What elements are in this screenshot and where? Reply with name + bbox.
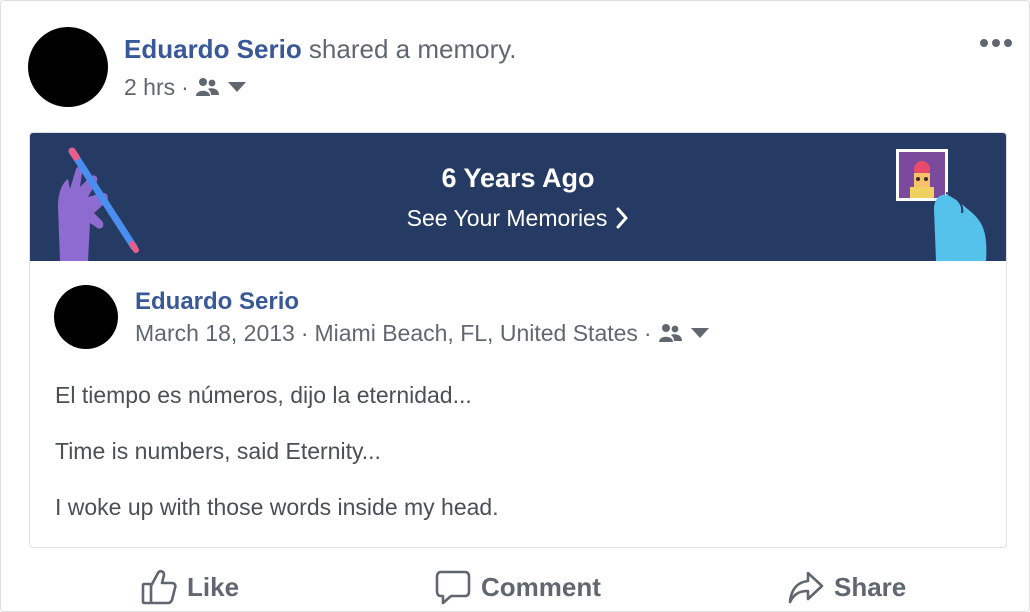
comment-button[interactable]: Comment: [435, 567, 601, 607]
post-action-bar: Like Comment Share: [1, 561, 1030, 612]
memory-banner[interactable]: 6 Years Ago See Your Memories: [30, 133, 1006, 261]
author-avatar[interactable]: [28, 27, 108, 107]
post-paragraph: I woke up with those words inside my hea…: [55, 494, 499, 520]
original-audience-selector[interactable]: [658, 323, 710, 343]
original-author-link[interactable]: Eduardo Serio: [135, 287, 299, 317]
post-action-text: shared a memory.: [301, 34, 517, 64]
post-meta: 2 hrs ·: [124, 73, 247, 101]
post-paragraph: Time is numbers, said Eternity...: [55, 438, 381, 464]
post-timestamp[interactable]: 2 hrs: [124, 73, 175, 101]
chevron-right-icon: [616, 207, 628, 229]
like-button[interactable]: Like: [141, 567, 239, 607]
hand-photo-illustration: [896, 149, 987, 261]
feed-post: Eduardo Serio shared a memory. 2 hrs · 6…: [0, 0, 1030, 612]
meta-separator: ·: [643, 320, 652, 346]
comment-label: Comment: [481, 571, 601, 602]
original-post-date[interactable]: March 18, 2013: [135, 319, 295, 347]
meta-separator: ·: [181, 74, 189, 100]
friends-icon: [658, 324, 682, 342]
like-label: Like: [187, 571, 240, 602]
chevron-down-icon: [690, 328, 709, 338]
audience-selector[interactable]: [195, 77, 247, 97]
author-name-link[interactable]: Eduardo Serio: [124, 34, 302, 64]
memory-card: 6 Years Ago See Your Memories Eduardo Se…: [29, 132, 1007, 548]
friends-icon: [195, 78, 219, 96]
post-header: Eduardo Serio shared a memory.: [124, 33, 517, 65]
see-memories-link[interactable]: See Your Memories: [30, 203, 1006, 233]
chevron-down-icon: [227, 82, 246, 92]
original-post-meta: March 18, 2013 · Miami Beach, FL, United…: [135, 319, 710, 347]
share-arrow-icon: [788, 571, 824, 604]
comment-icon: [435, 570, 471, 605]
thumbs-up-icon: [141, 569, 177, 605]
memory-banner-title: 6 Years Ago: [441, 163, 595, 193]
share-label: Share: [834, 571, 907, 602]
share-button[interactable]: Share: [788, 567, 906, 607]
post-paragraph: El tiempo es números, dijo la eternidad.…: [55, 382, 472, 408]
meta-separator: ·: [300, 320, 309, 346]
see-memories-label: See Your Memories: [406, 205, 608, 231]
original-author-avatar[interactable]: [54, 285, 118, 349]
more-options-icon[interactable]: [979, 33, 1013, 53]
original-post-location[interactable]: Miami Beach, FL, United States: [315, 319, 638, 347]
